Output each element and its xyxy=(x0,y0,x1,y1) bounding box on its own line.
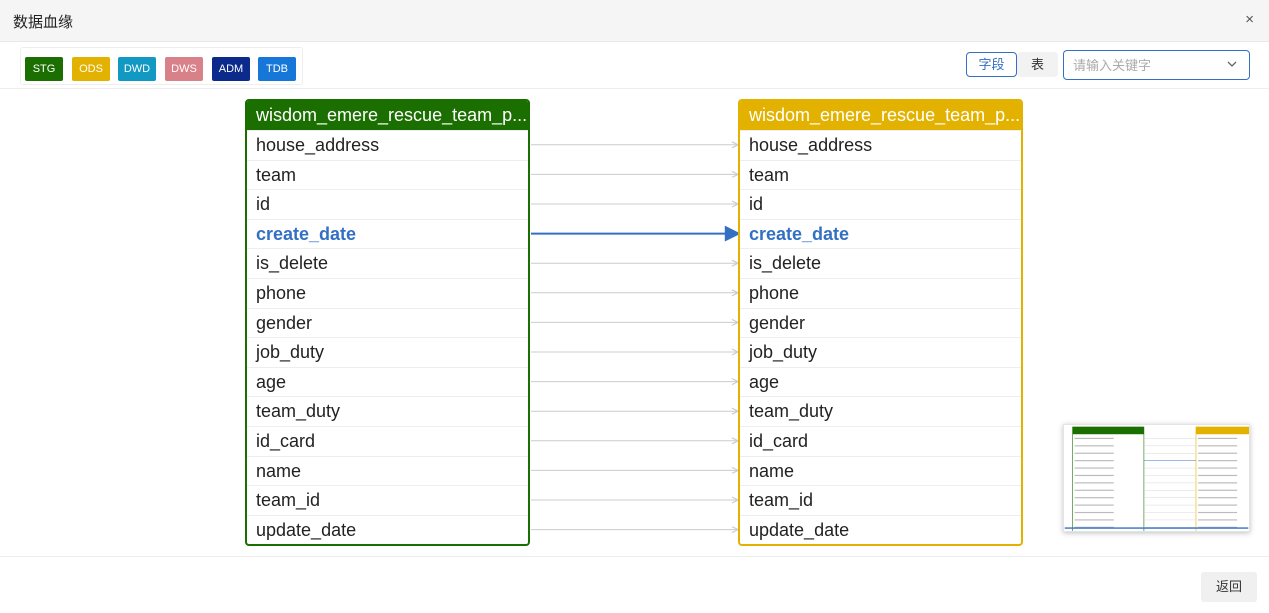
source-field-row[interactable]: house_address xyxy=(247,130,528,160)
target-field-row[interactable]: house_address xyxy=(740,130,1021,160)
target-field-row[interactable]: is_delete xyxy=(740,248,1021,278)
minimap-field xyxy=(1074,445,1114,447)
dialog-header: 数据血缘 × xyxy=(0,0,1269,42)
source-field-row[interactable]: update_date xyxy=(247,514,528,544)
minimap-field xyxy=(1197,474,1238,477)
minimap-field xyxy=(1197,519,1238,521)
toolbar: STG ODS DWD DWS ADM TDB 字段 表 xyxy=(0,42,1269,89)
minimap-source-node xyxy=(1072,426,1145,531)
minimap-field xyxy=(1074,452,1114,454)
minimap-target-node xyxy=(1195,426,1249,531)
source-field-row[interactable]: gender xyxy=(247,307,528,338)
legend-chip-dws: DWS xyxy=(165,57,203,81)
dialog-title: 数据血缘 xyxy=(13,14,74,31)
target-field-row[interactable]: gender xyxy=(740,307,1021,338)
minimap-field xyxy=(1074,489,1114,491)
target-table-title: wisdom_emere_rescue_team_p... xyxy=(740,101,1021,130)
target-field-row[interactable]: create_date xyxy=(740,218,1021,249)
source-field-row[interactable]: phone xyxy=(247,277,528,308)
minimap-field xyxy=(1074,437,1114,440)
source-field-row[interactable]: name xyxy=(247,455,528,486)
minimap-field xyxy=(1197,511,1238,514)
target-field-row[interactable]: id_card xyxy=(740,425,1021,456)
legend-chip-dwd: DWD xyxy=(118,57,156,81)
target-field-row[interactable]: team_id xyxy=(740,485,1021,515)
source-field-row[interactable]: age xyxy=(247,366,528,397)
legend-chip-tdb: TDB xyxy=(258,57,296,81)
dialog-footer: 返回 xyxy=(0,556,1269,613)
close-icon[interactable]: × xyxy=(1245,11,1254,28)
back-button[interactable]: 返回 xyxy=(1201,572,1257,602)
minimap-field xyxy=(1197,467,1238,469)
toggle-field-button[interactable]: 字段 xyxy=(966,52,1017,77)
minimap-field xyxy=(1074,460,1114,462)
target-field-row[interactable]: job_duty xyxy=(740,337,1021,367)
minimap-field xyxy=(1074,504,1114,506)
source-field-row[interactable]: id xyxy=(247,189,528,219)
minimap-source-header xyxy=(1072,426,1144,435)
source-field-row[interactable]: id_card xyxy=(247,425,528,456)
keyword-input[interactable] xyxy=(1073,56,1223,74)
layer-legend: STG ODS DWD DWS ADM TDB xyxy=(20,47,303,85)
source-field-row[interactable]: job_duty xyxy=(247,337,528,367)
source-field-row[interactable]: is_delete xyxy=(247,248,528,278)
minimap-field xyxy=(1197,489,1238,491)
minimap-field xyxy=(1197,445,1238,447)
minimap-field xyxy=(1074,511,1114,514)
toggle-table-button[interactable]: 表 xyxy=(1017,52,1058,77)
minimap-field xyxy=(1074,474,1114,477)
target-field-row[interactable]: name xyxy=(740,455,1021,486)
minimap-field xyxy=(1074,519,1114,521)
source-field-row[interactable]: create_date xyxy=(247,218,528,249)
target-field-row[interactable]: age xyxy=(740,366,1021,397)
minimap-field xyxy=(1197,460,1238,462)
source-table-title: wisdom_emere_rescue_team_p... xyxy=(247,101,528,130)
keyword-select[interactable] xyxy=(1063,50,1250,80)
legend-chip-adm: ADM xyxy=(212,57,250,81)
minimap-field xyxy=(1197,482,1238,484)
minimap-field xyxy=(1197,452,1238,454)
minimap-field xyxy=(1197,504,1238,506)
target-field-row[interactable]: team xyxy=(740,159,1021,190)
minimap-field xyxy=(1197,437,1238,440)
target-table-node[interactable]: wisdom_emere_rescue_team_p... house_addr… xyxy=(738,99,1023,546)
target-field-row[interactable]: update_date xyxy=(740,514,1021,544)
source-field-row[interactable]: team xyxy=(247,159,528,190)
source-field-row[interactable]: team_id xyxy=(247,485,528,515)
minimap-field xyxy=(1074,482,1114,484)
target-field-row[interactable]: phone xyxy=(740,277,1021,308)
lineage-canvas[interactable]: wisdom_emere_rescue_team_p... house_addr… xyxy=(0,89,1269,555)
source-field-row[interactable]: team_duty xyxy=(247,396,528,426)
legend-chip-ods: ODS xyxy=(72,57,110,81)
target-field-row[interactable]: id xyxy=(740,189,1021,219)
minimap-field xyxy=(1074,467,1114,469)
source-table-node[interactable]: wisdom_emere_rescue_team_p... house_addr… xyxy=(245,99,530,546)
minimap[interactable] xyxy=(1063,424,1250,532)
minimap-target-header xyxy=(1195,426,1249,435)
legend-chip-stg: STG xyxy=(25,57,63,81)
chevron-down-icon[interactable] xyxy=(1227,59,1237,69)
minimap-field xyxy=(1197,497,1238,499)
target-field-row[interactable]: team_duty xyxy=(740,396,1021,426)
minimap-field xyxy=(1074,497,1114,499)
